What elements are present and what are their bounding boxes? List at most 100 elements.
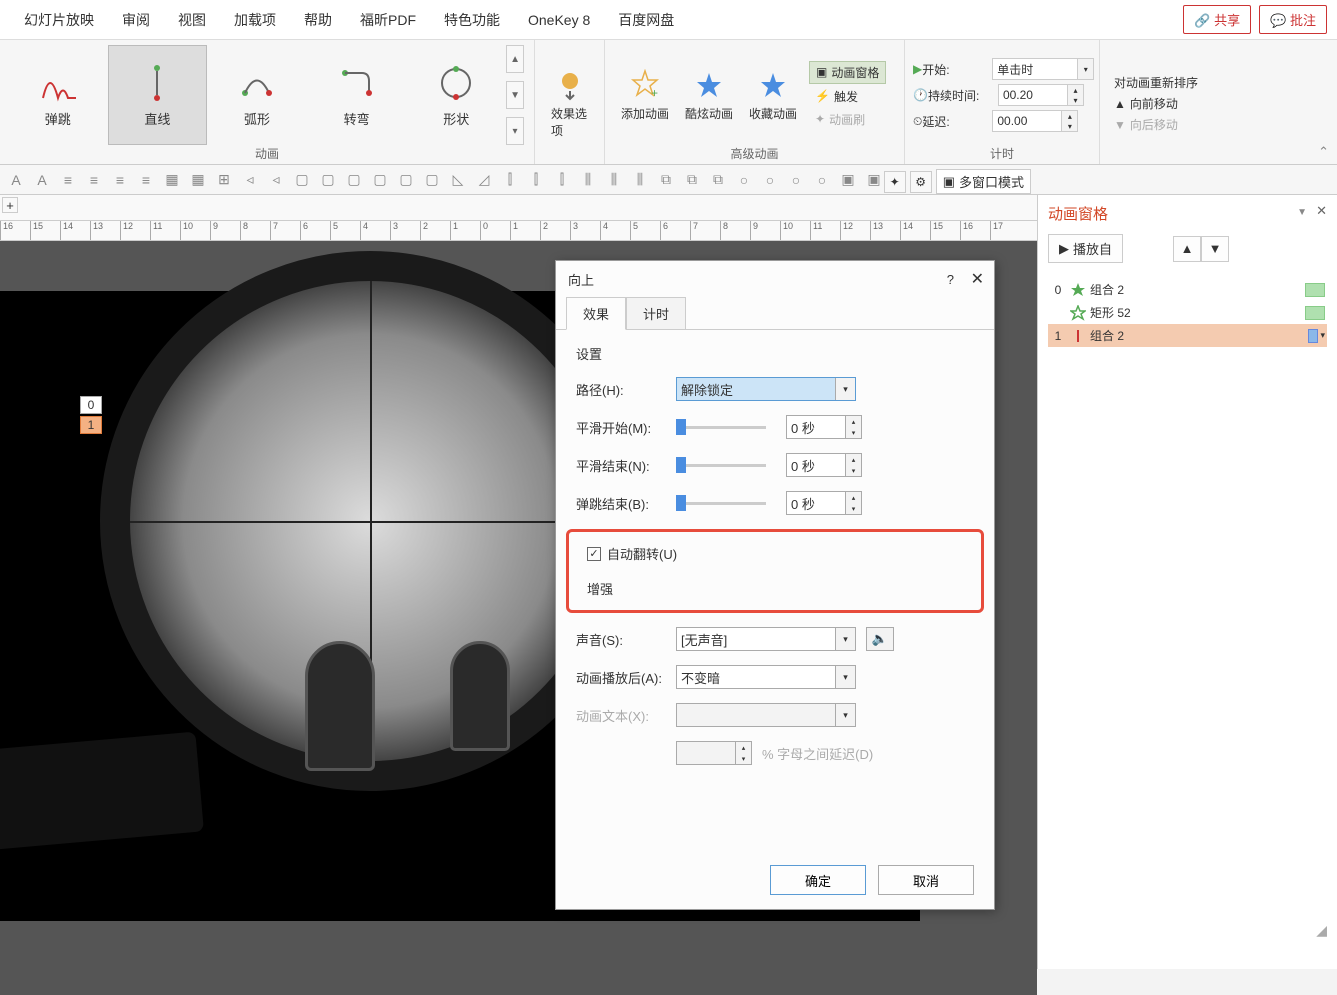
tb-15[interactable]: ▢ <box>420 168 444 192</box>
dialog-tab-effect[interactable]: 效果 <box>566 297 626 330</box>
tab-addins[interactable]: 加载项 <box>220 4 290 36</box>
start-dropdown[interactable]: ▾ <box>1078 59 1093 79</box>
spin-up[interactable]: ▴ <box>846 492 861 503</box>
tb-align-right[interactable]: ≡ <box>108 168 132 192</box>
tb-align-center[interactable]: ≡ <box>82 168 106 192</box>
tb-14[interactable]: ▢ <box>394 168 418 192</box>
spin-down[interactable]: ▾ <box>846 465 861 476</box>
resize-grip[interactable]: ◢ <box>1316 922 1327 939</box>
add-animation-button[interactable]: + 添加动画 <box>613 65 677 126</box>
anim-bounce[interactable]: 弹跳 <box>8 45 108 145</box>
bounce-end-slider[interactable] <box>676 493 766 513</box>
tb-26[interactable]: ⧉ <box>706 168 730 192</box>
tb-31[interactable]: ▣ <box>836 168 860 192</box>
collapse-ribbon-button[interactable]: ⌃ <box>1318 144 1329 160</box>
fav-animation-button[interactable]: 收藏动画 <box>741 65 805 126</box>
anim-list-row-0[interactable]: 0 组合 2 <box>1048 278 1327 301</box>
annotate-button[interactable]: 💬 批注 <box>1259 5 1327 34</box>
animation-pane-button[interactable]: ▣动画窗格 <box>809 61 886 84</box>
dialog-close-button[interactable]: ✕ <box>971 269 984 289</box>
smooth-start-input[interactable]: 0 秒 <box>786 415 846 439</box>
gear-btn[interactable]: ⚙ <box>910 171 932 193</box>
dur-down[interactable]: ▾ <box>1068 95 1083 105</box>
anim-line[interactable]: 直线 <box>108 45 208 145</box>
pane-close-button[interactable]: ✕ <box>1316 203 1327 219</box>
tb-21[interactable]: ⫼ <box>576 168 600 192</box>
tb-28[interactable]: ○ <box>758 168 782 192</box>
duration-input[interactable]: 00.20 <box>998 84 1068 106</box>
tab-onekey[interactable]: OneKey 8 <box>514 6 604 34</box>
tb-22[interactable]: ⫼ <box>602 168 626 192</box>
smooth-start-slider[interactable] <box>676 417 766 437</box>
move-forward-button[interactable]: ▲向前移动 <box>1108 93 1184 114</box>
reorder-down-button[interactable]: ▼ <box>1201 236 1229 262</box>
tb-11[interactable]: ▢ <box>316 168 340 192</box>
gallery-more[interactable]: ▾ <box>506 117 524 145</box>
anim-star-btn[interactable]: ✦ <box>884 171 906 193</box>
tb-10[interactable]: ▢ <box>290 168 314 192</box>
spin-down[interactable]: ▾ <box>846 427 861 438</box>
tb-16[interactable]: ◺ <box>446 168 470 192</box>
tab-review[interactable]: 审阅 <box>108 4 164 36</box>
dialog-tab-timing[interactable]: 计时 <box>626 297 686 330</box>
ok-button[interactable]: 确定 <box>770 865 866 895</box>
pane-options-button[interactable]: ▼ <box>1297 207 1307 218</box>
gallery-down[interactable]: ▼ <box>506 81 524 109</box>
marker-1[interactable]: 1 <box>80 416 102 434</box>
tb-17[interactable]: ◿ <box>472 168 496 192</box>
multi-window-button[interactable]: ▣多窗口模式 <box>936 169 1031 194</box>
reorder-up-button[interactable]: ▲ <box>1173 236 1201 262</box>
tb-align-left[interactable]: ≡ <box>56 168 80 192</box>
tb-32[interactable]: ▣ <box>862 168 886 192</box>
tb-9[interactable]: ◃ <box>264 168 288 192</box>
tb-5[interactable]: ▦ <box>160 168 184 192</box>
dur-up[interactable]: ▴ <box>1068 85 1083 95</box>
delay-down[interactable]: ▾ <box>1062 121 1077 131</box>
delay-input[interactable]: 00.00 <box>992 110 1062 132</box>
tab-help[interactable]: 帮助 <box>290 4 346 36</box>
trigger-button[interactable]: ⚡触发 <box>809 86 886 107</box>
tb-29[interactable]: ○ <box>784 168 808 192</box>
marker-0[interactable]: 0 <box>80 396 102 414</box>
tab-feature[interactable]: 特色功能 <box>430 4 514 36</box>
tb-24[interactable]: ⧉ <box>654 168 678 192</box>
tb-7[interactable]: ⊞ <box>212 168 236 192</box>
anim-list-row-2[interactable]: 1 组合 2 ▾ <box>1048 324 1327 347</box>
tb-6[interactable]: ▦ <box>186 168 210 192</box>
tb-27[interactable]: ○ <box>732 168 756 192</box>
anim-turn[interactable]: 转弯 <box>307 45 407 145</box>
tb-19[interactable]: ⫿ <box>524 168 548 192</box>
start-select[interactable]: 单击时 <box>992 58 1078 80</box>
tb-18[interactable]: ⫿ <box>498 168 522 192</box>
tb-font-grow[interactable]: A <box>4 168 28 192</box>
tab-foxit[interactable]: 福昕PDF <box>346 4 430 36</box>
anim-arc[interactable]: 弧形 <box>207 45 307 145</box>
tb-13[interactable]: ▢ <box>368 168 392 192</box>
anim-list-row-1[interactable]: 矩形 52 <box>1048 301 1327 324</box>
auto-reverse-checkbox[interactable]: ✓ 自动翻转(U) <box>587 544 963 563</box>
tb-23[interactable]: ⫼ <box>628 168 652 192</box>
tb-12[interactable]: ▢ <box>342 168 366 192</box>
sound-volume-button[interactable]: 🔈 <box>866 627 894 651</box>
gallery-up[interactable]: ▲ <box>506 45 524 73</box>
after-anim-select[interactable]: 不变暗▾ <box>676 665 856 689</box>
smooth-end-slider[interactable] <box>676 455 766 475</box>
tb-30[interactable]: ○ <box>810 168 834 192</box>
spin-up[interactable]: ▴ <box>846 454 861 465</box>
share-button[interactable]: 🔗 共享 <box>1183 5 1251 34</box>
tb-20[interactable]: ⫿ <box>550 168 574 192</box>
row-menu[interactable]: ▾ <box>1320 330 1325 341</box>
tab-slideshow[interactable]: 幻灯片放映 <box>10 4 108 36</box>
add-slide-button[interactable]: + <box>2 197 18 213</box>
effect-options-button[interactable]: 效果选项 <box>543 65 596 143</box>
cancel-button[interactable]: 取消 <box>878 865 974 895</box>
tab-view[interactable]: 视图 <box>164 4 220 36</box>
anim-shape[interactable]: 形状 <box>406 45 506 145</box>
dialog-help-button[interactable]: ? <box>947 272 954 287</box>
cool-animation-button[interactable]: 酷炫动画 <box>677 65 741 126</box>
smooth-end-input[interactable]: 0 秒 <box>786 453 846 477</box>
tb-align-justify[interactable]: ≡ <box>134 168 158 192</box>
delay-up[interactable]: ▴ <box>1062 111 1077 121</box>
sound-select[interactable]: [无声音]▾ <box>676 627 856 651</box>
bounce-end-input[interactable]: 0 秒 <box>786 491 846 515</box>
